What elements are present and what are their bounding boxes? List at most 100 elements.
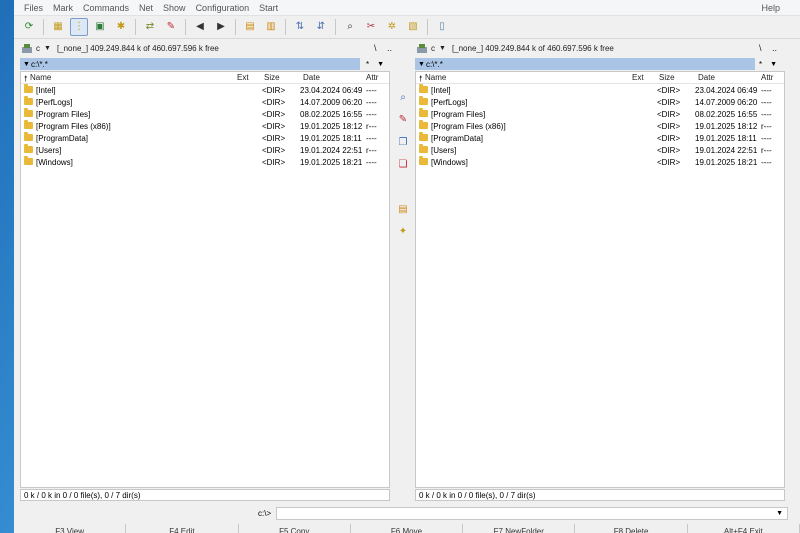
new-folder-button[interactable]: ✦ [396,224,410,238]
row-date: 14.07.2009 06:20 [695,98,758,107]
forward-button[interactable]: ▶ [212,18,230,36]
menu-configuration[interactable]: Configuration [196,3,250,13]
left-col-ext[interactable]: Ext [237,73,249,82]
table-row[interactable]: [Program Files] <DIR> 08.02.2025 16:55 ---- [416,108,784,121]
command-line-input[interactable]: ▼ [276,507,788,520]
right-col-name[interactable]: Name [425,73,446,82]
f5-copy-button[interactable]: F5 Copy [239,524,351,533]
row-attr: ---- [366,134,377,143]
row-name: [Intel] [36,86,56,95]
left-col-name[interactable]: Name [30,73,51,82]
menu-net[interactable]: Net [139,3,153,13]
menu-start[interactable]: Start [259,3,278,13]
left-col-size[interactable]: Size [264,73,280,82]
ftp-connect-button[interactable]: ⇅ [291,18,309,36]
menu-mark[interactable]: Mark [53,3,73,13]
chevron-down-icon[interactable]: ▼ [776,510,783,517]
notepad-button[interactable]: ▯ [433,18,451,36]
row-name: [Users] [36,146,62,155]
select-group-button[interactable]: ✱ [112,18,130,36]
row-date: 19.01.2025 18:21 [695,158,758,167]
unpack-button[interactable]: ▥ [262,18,280,36]
refresh-button[interactable]: ⟳ [20,18,38,36]
folder-icon [419,108,428,117]
view-file-button[interactable]: ⌕ [396,90,410,104]
table-row[interactable]: [Intel] <DIR> 23.04.2024 06:49 ---- [21,84,389,97]
right-col-attr[interactable]: Attr [761,73,773,82]
right-drive-letter[interactable]: c [431,44,435,53]
left-up-button[interactable]: .. [387,43,392,53]
table-row[interactable]: [ProgramData] <DIR> 19.01.2025 18:11 ---- [416,132,784,145]
tree-view-button[interactable]: ⋮ [70,18,88,36]
right-filter[interactable]: * ▼ [759,58,789,70]
table-row[interactable]: [Windows] <DIR> 19.01.2025 18:21 ---- [21,156,389,169]
f3-view-button[interactable]: F3 View [14,524,127,533]
left-drive-dropdown-icon[interactable]: ▼ [44,45,51,52]
right-col-ext[interactable]: Ext [632,73,644,82]
f4-edit-button[interactable]: F4 Edit [126,524,239,533]
table-row[interactable]: [PerfLogs] <DIR> 14.07.2009 06:20 ---- [21,96,389,109]
multi-rename-button[interactable]: ✂ [362,18,380,36]
folder-icon [24,108,33,117]
back-button[interactable]: ◀ [191,18,209,36]
right-up-button[interactable]: .. [772,43,777,53]
right-drive-dropdown-icon[interactable]: ▼ [439,45,446,52]
left-file-panel[interactable]: 🠕 Name Ext Size Date Attr [Intel] <DIR> 23… [20,71,390,488]
left-filter[interactable]: * ▼ [366,58,394,70]
invert-selection-button[interactable]: ⇄ [141,18,159,36]
right-col-size[interactable]: Size [659,73,675,82]
row-attr: ---- [761,110,772,119]
table-row[interactable]: [ProgramData] <DIR> 19.01.2025 18:11 ---- [21,132,389,145]
pack-icon: ▤ [245,21,255,32]
left-root-button[interactable]: \ [374,43,377,53]
row-name: [PerfLogs] [36,98,73,107]
copy-file-button[interactable]: ❐ [396,135,410,149]
pack-files-button[interactable]: ▤ [396,202,410,216]
ftp-new-connection-button[interactable]: ⇵ [312,18,330,36]
folder-icon [24,120,33,129]
separate-tree-button[interactable]: ✎ [162,18,180,36]
left-col-date[interactable]: Date [303,73,320,82]
thumbnails-button[interactable]: ▣ [91,18,109,36]
brief-view-button[interactable]: ▦ [49,18,67,36]
row-name: [Program Files] [431,110,486,119]
copy-names-button[interactable]: ▧ [404,18,422,36]
right-file-panel[interactable]: 🠕 Name Ext Size Date Attr [Intel] <DIR> 23… [415,71,785,488]
command-line-bar: c:\> ▼ [14,506,800,521]
table-row[interactable]: [Intel] <DIR> 23.04.2024 06:49 ---- [416,84,784,97]
menu-help[interactable]: Help [761,3,780,13]
pack-files-icon: ▤ [398,203,408,215]
toolbar: ⟳ ▦ ⋮ ▣ ✱ ⇄ ✎ ◀ ▶ ▤ ▥ ⇅ ⇵ ⌕ ✂ ✲ ▧ ▯ [14,16,800,39]
right-path-bar[interactable]: ▼ c:\*.* [415,58,755,70]
table-row[interactable]: [Program Files] <DIR> 08.02.2025 16:55 ---- [21,108,389,121]
left-path-bar[interactable]: ▼ c:\*.* [20,58,360,70]
alt-f4-exit-button[interactable]: Alt+F4 Exit [688,524,800,533]
row-date: 19.01.2025 18:11 [695,134,757,143]
table-row[interactable]: [Program Files (x86)] <DIR> 19.01.2025 18:… [21,120,389,133]
toolbar-separator [135,19,136,35]
table-row[interactable]: [Windows] <DIR> 19.01.2025 18:21 ---- [416,156,784,169]
move-file-button[interactable]: ❏ [396,157,410,171]
pack-button[interactable]: ▤ [241,18,259,36]
sync-dirs-button[interactable]: ✲ [383,18,401,36]
right-root-button[interactable]: \ [759,43,762,53]
f6-move-button[interactable]: F6 Move [351,524,464,533]
left-col-attr[interactable]: Attr [366,73,378,82]
table-row[interactable]: [Program Files (x86)] <DIR> 19.01.2025 18:… [416,120,784,133]
menu-show[interactable]: Show [163,3,186,13]
menu-files[interactable]: Files [24,3,43,13]
f7-newfolder-button[interactable]: F7 NewFolder [463,524,576,533]
right-col-date[interactable]: Date [698,73,715,82]
back-icon: ◀ [196,21,204,32]
left-drive-letter[interactable]: c [36,44,40,53]
edit-file-button[interactable]: ✎ [396,112,410,126]
left-path: c:\*.* [30,59,48,69]
f8-delete-button[interactable]: F8 Delete [575,524,688,533]
row-date: 14.07.2009 06:20 [300,98,363,107]
table-row[interactable]: [Users] <DIR> 19.01.2024 22:51 r--- [416,144,784,157]
search-button[interactable]: ⌕ [341,18,359,36]
table-row[interactable]: [PerfLogs] <DIR> 14.07.2009 06:20 ---- [416,96,784,109]
menu-commands[interactable]: Commands [83,3,129,13]
table-row[interactable]: [Users] <DIR> 19.01.2024 22:51 r--- [21,144,389,157]
ftp-connect-icon: ⇅ [295,21,305,32]
